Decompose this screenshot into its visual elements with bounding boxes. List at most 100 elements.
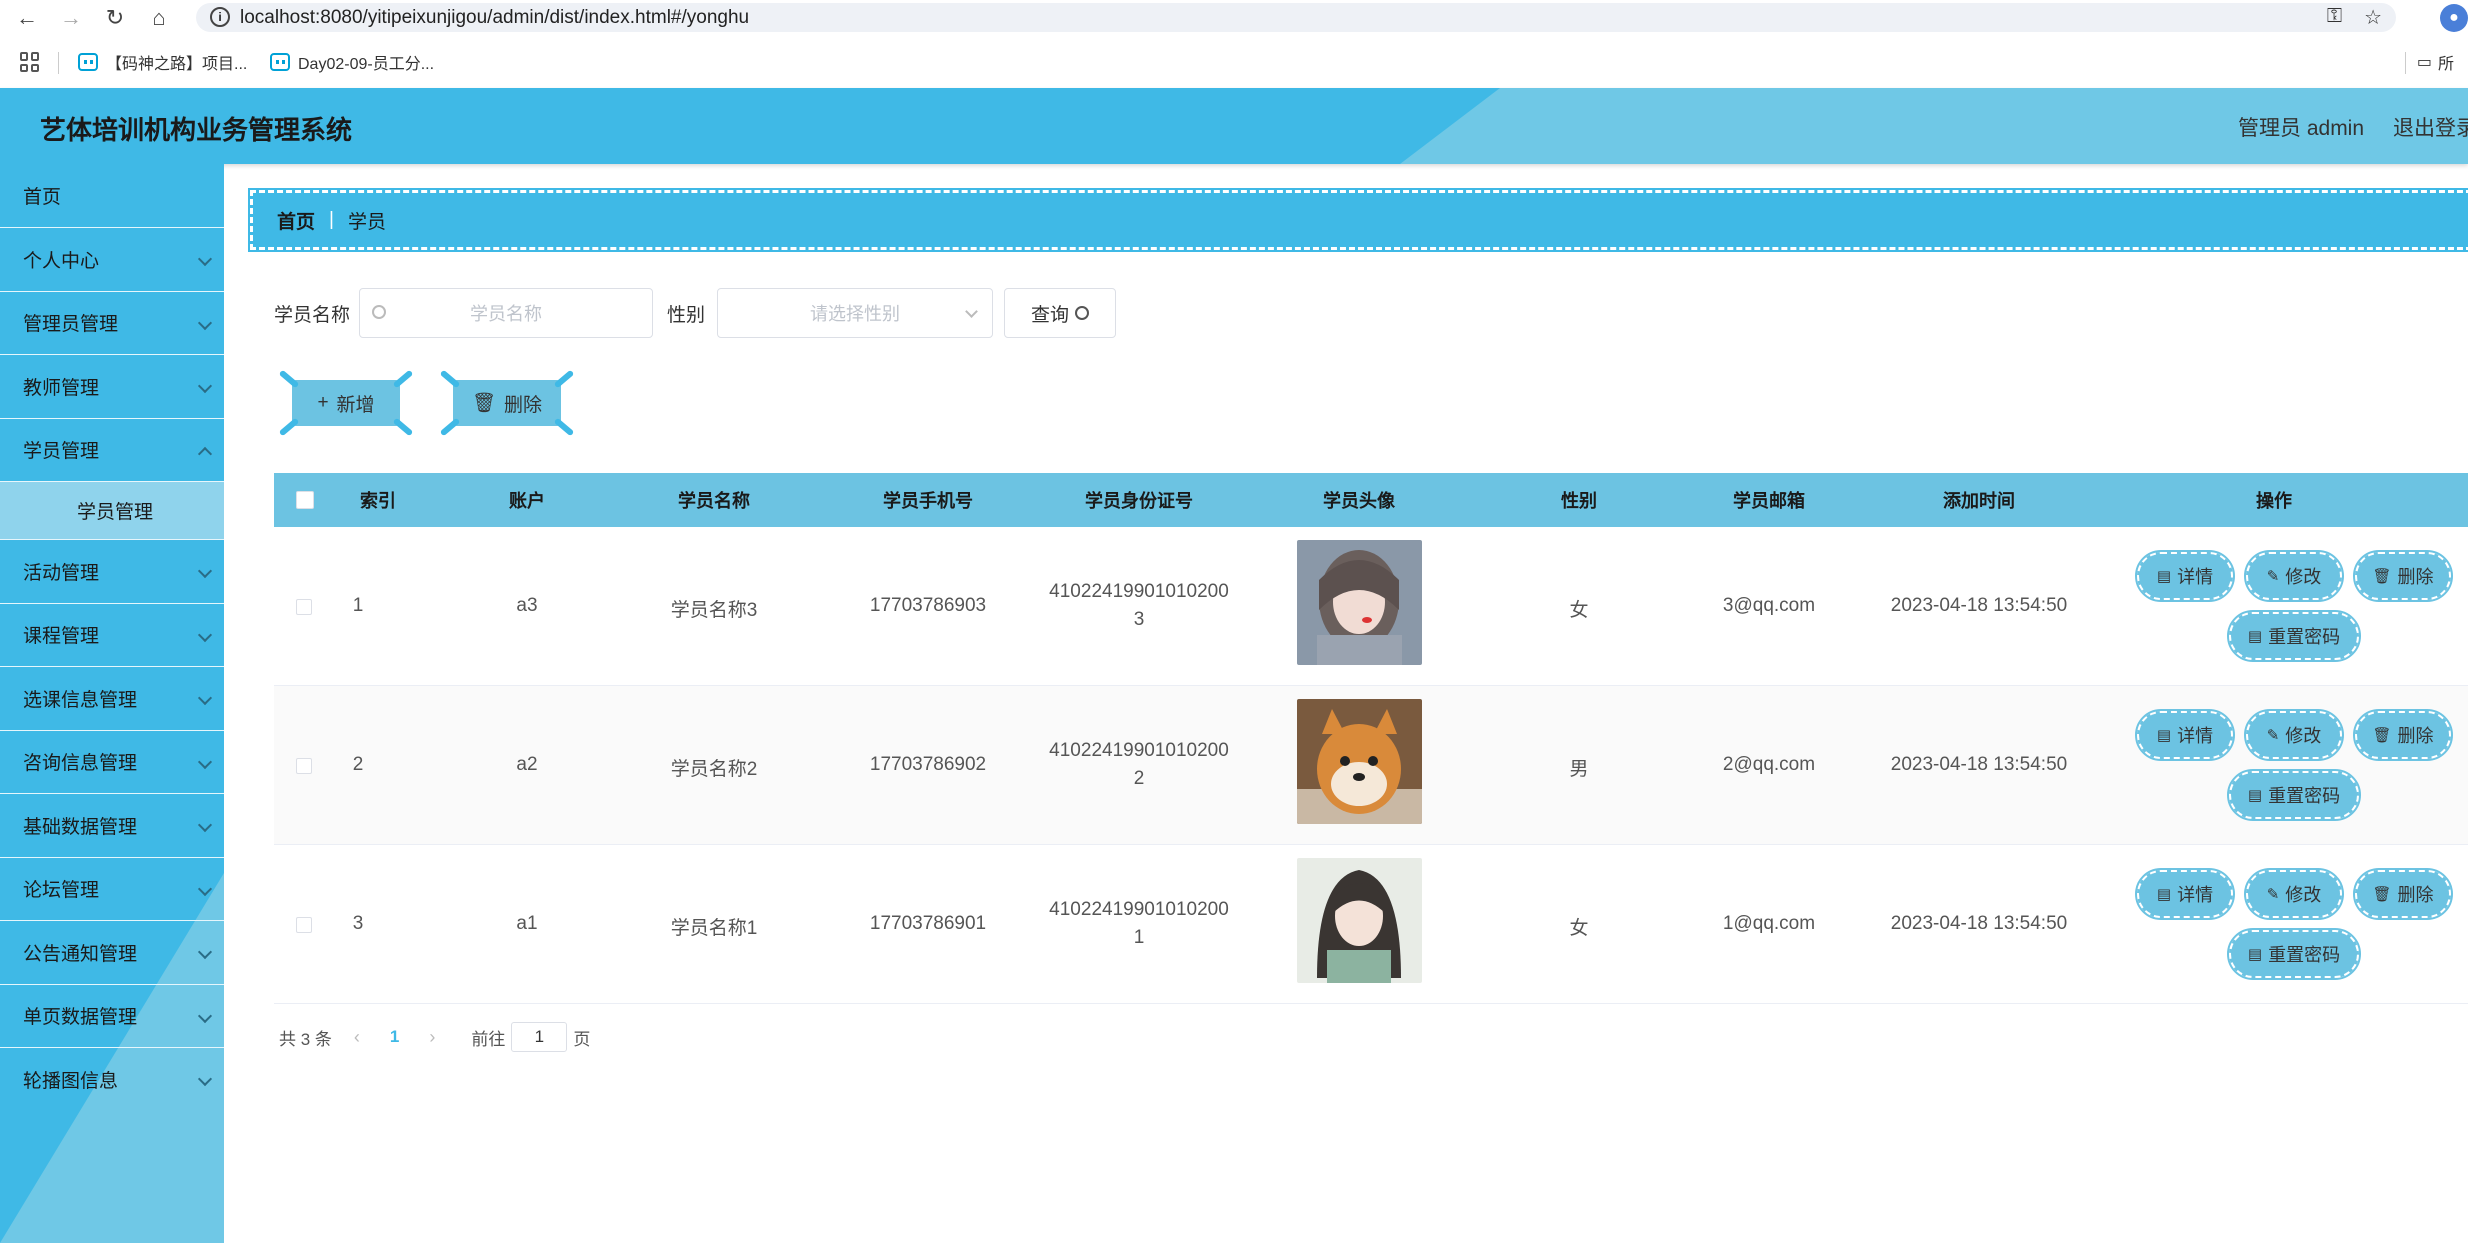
pager-total: 共 3 条 bbox=[279, 1029, 332, 1049]
corner-decoration bbox=[439, 417, 461, 437]
edit-icon: ✎ bbox=[2266, 568, 2280, 585]
sidebar-item-pages[interactable]: 单页数据管理 bbox=[0, 985, 224, 1048]
logout-link[interactable]: 退出登录 bbox=[2393, 112, 2468, 142]
trash-icon: 🗑 bbox=[2372, 727, 2392, 744]
detail-button[interactable]: ▤ 详情 bbox=[2135, 709, 2235, 761]
gender-select[interactable]: 请选择性别 bbox=[717, 288, 993, 338]
sidebar-item-notices[interactable]: 公告通知管理 bbox=[0, 921, 224, 985]
cell-id-number-wrap: 2 bbox=[1133, 768, 1145, 789]
row-checkbox[interactable] bbox=[296, 917, 312, 933]
corner-decoration bbox=[392, 417, 414, 437]
cell-phone: 17703786903 bbox=[869, 595, 987, 616]
pager-page-number[interactable]: 1 bbox=[390, 1027, 399, 1047]
select-all-checkbox[interactable] bbox=[296, 491, 314, 509]
trash-icon: 🗑 bbox=[2372, 568, 2392, 585]
column-header: 索引 bbox=[360, 491, 396, 511]
sidebar-item-label: 咨询信息管理 bbox=[23, 753, 138, 775]
cell-account: a3 bbox=[516, 595, 538, 616]
sidebar-item-label: 论坛管理 bbox=[23, 880, 100, 902]
back-icon[interactable]: ← bbox=[12, 3, 42, 33]
chevron-down-icon bbox=[197, 563, 213, 579]
bookmark-label: 【码神之路】项目... bbox=[106, 56, 248, 73]
gender-select-placeholder: 请选择性别 bbox=[810, 304, 900, 324]
profile-icon[interactable]: ● bbox=[2440, 4, 2468, 32]
sidebar-item-enrollments[interactable]: 选课信息管理 bbox=[0, 667, 224, 731]
cell-gender: 男 bbox=[1569, 759, 1589, 780]
document-icon: ▤ bbox=[2247, 787, 2263, 804]
chevron-down-icon bbox=[197, 817, 213, 833]
bookmark-label: Day02-09-员工分... bbox=[298, 56, 435, 73]
pager-goto-suffix: 页 bbox=[573, 1029, 591, 1049]
sidebar-item-basic-data[interactable]: 基础数据管理 bbox=[0, 794, 224, 858]
all-bookmarks-folder[interactable]: ▭ 所 bbox=[2417, 50, 2454, 74]
sidebar-item-carousel[interactable]: 轮播图信息 bbox=[0, 1048, 224, 1112]
bookmark-divider bbox=[2405, 52, 2406, 74]
sidebar-item-label: 教师管理 bbox=[23, 377, 100, 399]
trash-icon: 🗑 bbox=[2372, 886, 2392, 903]
sidebar-item-courses[interactable]: 课程管理 bbox=[0, 604, 224, 667]
cell-name: 学员名称2 bbox=[670, 759, 758, 780]
sidebar-item-home[interactable]: 首页 bbox=[0, 164, 224, 228]
column-header: 学员邮箱 bbox=[1733, 491, 1805, 511]
cell-gender: 女 bbox=[1569, 918, 1589, 939]
search-icon bbox=[1075, 306, 1089, 320]
bookmark-item[interactable]: Day02-09-员工分... bbox=[270, 50, 434, 74]
password-key-icon[interactable]: ⚿ bbox=[2327, 5, 2342, 30]
detail-button[interactable]: ▤ 详情 bbox=[2135, 550, 2235, 602]
site-info-icon[interactable]: i bbox=[210, 7, 230, 27]
chevron-right-icon[interactable]: › bbox=[429, 1027, 435, 1048]
sidebar-item-consults[interactable]: 咨询信息管理 bbox=[0, 731, 224, 794]
forward-icon[interactable]: → bbox=[56, 3, 86, 33]
row-checkbox[interactable] bbox=[296, 599, 312, 615]
reset-password-label: 重置密码 bbox=[2268, 627, 2341, 647]
chevron-left-icon[interactable]: ‹ bbox=[354, 1027, 360, 1048]
corner-decoration bbox=[278, 417, 300, 437]
folder-icon: ▭ bbox=[2416, 54, 2432, 71]
delete-button[interactable]: 🗑 删除 bbox=[2353, 868, 2453, 920]
add-button[interactable]: + 新增 bbox=[278, 369, 414, 437]
breadcrumb-home[interactable]: 首页 bbox=[277, 207, 315, 234]
reset-password-button[interactable]: ▤ 重置密码 bbox=[2227, 769, 2361, 821]
sidebar-subitem-students[interactable]: 学员管理 bbox=[0, 482, 224, 540]
name-search-placeholder: 学员名称 bbox=[470, 304, 542, 324]
sidebar-item-profile[interactable]: 个人中心 bbox=[0, 228, 224, 292]
delete-button[interactable]: 🗑 删除 bbox=[2353, 709, 2453, 761]
chevron-down-icon bbox=[197, 627, 213, 642]
bookmark-star-icon[interactable]: ☆ bbox=[2364, 5, 2382, 30]
column-header: 添加时间 bbox=[1943, 491, 2015, 511]
address-bar[interactable]: i localhost:8080/yitipeixunjigou/admin/d… bbox=[196, 3, 2396, 32]
home-icon[interactable]: ⌂ bbox=[144, 3, 174, 33]
query-button-label: 查询 bbox=[1030, 304, 1069, 326]
edit-icon: ✎ bbox=[2266, 886, 2280, 903]
edit-icon: ✎ bbox=[2266, 727, 2280, 744]
cell-id-number-wrap: 1 bbox=[1133, 927, 1145, 948]
row-checkbox[interactable] bbox=[296, 758, 312, 774]
name-search-input[interactable]: 学员名称 bbox=[359, 288, 653, 338]
cell-account: a1 bbox=[516, 913, 538, 934]
sidebar-item-activities[interactable]: 活动管理 bbox=[0, 540, 224, 604]
sidebar-item-label: 首页 bbox=[23, 187, 62, 208]
chevron-down-icon bbox=[197, 944, 213, 960]
bookmark-item[interactable]: 【码神之路】项目... bbox=[78, 50, 247, 74]
reload-icon[interactable]: ↻ bbox=[100, 3, 130, 33]
bulk-delete-button[interactable]: 🗑 删除 bbox=[439, 369, 575, 437]
sidebar-item-label: 学员管理 bbox=[23, 441, 100, 463]
delete-button[interactable]: 🗑 删除 bbox=[2353, 550, 2453, 602]
detail-label: 详情 bbox=[2177, 726, 2214, 746]
edit-button[interactable]: ✎ 修改 bbox=[2244, 550, 2344, 602]
cell-account: a2 bbox=[516, 754, 538, 775]
pager-goto-input[interactable]: 1 bbox=[511, 1022, 568, 1052]
sidebar-item-teachers[interactable]: 教师管理 bbox=[0, 355, 224, 419]
chevron-down-icon bbox=[197, 1071, 213, 1087]
reset-password-button[interactable]: ▤ 重置密码 bbox=[2227, 928, 2361, 980]
reset-password-button[interactable]: ▤ 重置密码 bbox=[2227, 610, 2361, 662]
apps-grid-icon[interactable] bbox=[20, 52, 40, 72]
query-button[interactable]: 查询 bbox=[1004, 288, 1116, 338]
edit-button[interactable]: ✎ 修改 bbox=[2244, 709, 2344, 761]
pager-goto-prefix: 前往 bbox=[471, 1029, 506, 1049]
sidebar-item-forum[interactable]: 论坛管理 bbox=[0, 858, 224, 921]
edit-button[interactable]: ✎ 修改 bbox=[2244, 868, 2344, 920]
detail-button[interactable]: ▤ 详情 bbox=[2135, 868, 2235, 920]
sidebar-item-admins[interactable]: 管理员管理 bbox=[0, 292, 224, 355]
sidebar-item-students[interactable]: 学员管理 bbox=[0, 419, 224, 482]
